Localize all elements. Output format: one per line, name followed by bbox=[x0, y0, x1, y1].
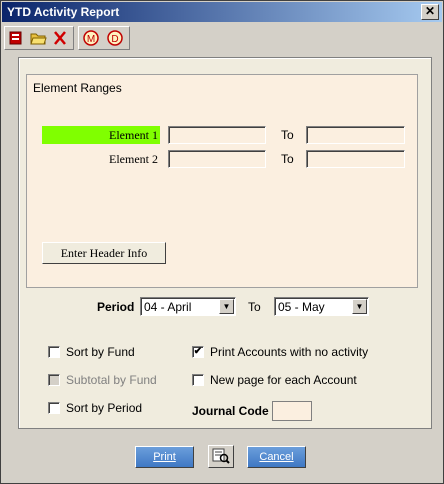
print-preview-icon bbox=[212, 448, 230, 464]
element-2-to-label: To bbox=[281, 152, 294, 166]
sort-by-fund-checkbox[interactable] bbox=[48, 346, 60, 358]
period-from-value: 04 - April bbox=[144, 300, 192, 314]
open-folder-icon[interactable] bbox=[28, 29, 48, 47]
chevron-down-icon[interactable]: ▼ bbox=[352, 299, 367, 314]
m-glyph: M bbox=[87, 34, 95, 45]
element-1-to-field[interactable] bbox=[306, 126, 405, 144]
window-title: YTD Activity Report bbox=[7, 5, 120, 19]
new-page-checkbox[interactable] bbox=[192, 374, 204, 386]
element-ranges-group: Element Ranges Element 1 To Element 2 To… bbox=[26, 74, 418, 288]
delete-icon[interactable] bbox=[50, 29, 70, 47]
print-no-activity-checkbox[interactable]: ✔ bbox=[192, 346, 204, 358]
element-1-to-label: To bbox=[281, 128, 294, 142]
close-button[interactable]: ✕ bbox=[421, 4, 439, 20]
chevron-down-icon[interactable]: ▼ bbox=[219, 299, 234, 314]
period-from-select[interactable]: 04 - April ▼ bbox=[140, 297, 236, 316]
title-bar: YTD Activity Report ✕ bbox=[2, 2, 442, 22]
new-page-label: New page for each Account bbox=[210, 373, 357, 387]
sort-by-fund-label: Sort by Fund bbox=[66, 345, 135, 359]
element-2-to-field[interactable] bbox=[306, 150, 405, 168]
element-1-label: Element 1 bbox=[42, 126, 160, 144]
m-circle-icon[interactable]: M bbox=[81, 29, 101, 47]
toolbar-group-mode: M D bbox=[78, 26, 130, 50]
enter-header-info-button[interactable]: Enter Header Info bbox=[42, 242, 166, 264]
subtotal-by-fund-checkbox[interactable] bbox=[48, 374, 60, 386]
d-circle-icon[interactable]: D bbox=[105, 29, 125, 47]
journal-code-label: Journal Code bbox=[192, 404, 269, 418]
element-1-from-field[interactable] bbox=[168, 126, 266, 144]
sort-by-period-label: Sort by Period bbox=[66, 401, 143, 415]
subtotal-by-fund-label: Subtotal by Fund bbox=[66, 373, 157, 387]
period-to-label: To bbox=[248, 300, 261, 314]
journal-code-input[interactable] bbox=[272, 401, 312, 421]
period-section: Period 04 - April ▼ To 05 - May ▼ bbox=[26, 287, 416, 327]
toolbar: M D bbox=[2, 23, 442, 51]
print-button[interactable]: Print bbox=[135, 446, 194, 468]
period-to-select[interactable]: 05 - May ▼ bbox=[274, 297, 369, 316]
print-preview-button[interactable] bbox=[208, 445, 234, 468]
period-label: Period bbox=[97, 300, 135, 314]
print-icon[interactable] bbox=[6, 29, 26, 47]
element-2-from-field[interactable] bbox=[168, 150, 266, 168]
element-2-label: Element 2 bbox=[109, 152, 158, 166]
period-to-value: 05 - May bbox=[278, 300, 325, 314]
print-no-activity-label: Print Accounts with no activity bbox=[210, 345, 369, 359]
toolbar-group-file bbox=[4, 26, 74, 50]
element-ranges-title: Element Ranges bbox=[33, 81, 122, 95]
d-glyph: D bbox=[111, 34, 118, 45]
cancel-button[interactable]: Cancel bbox=[247, 446, 306, 468]
sort-by-period-checkbox[interactable] bbox=[48, 402, 60, 414]
